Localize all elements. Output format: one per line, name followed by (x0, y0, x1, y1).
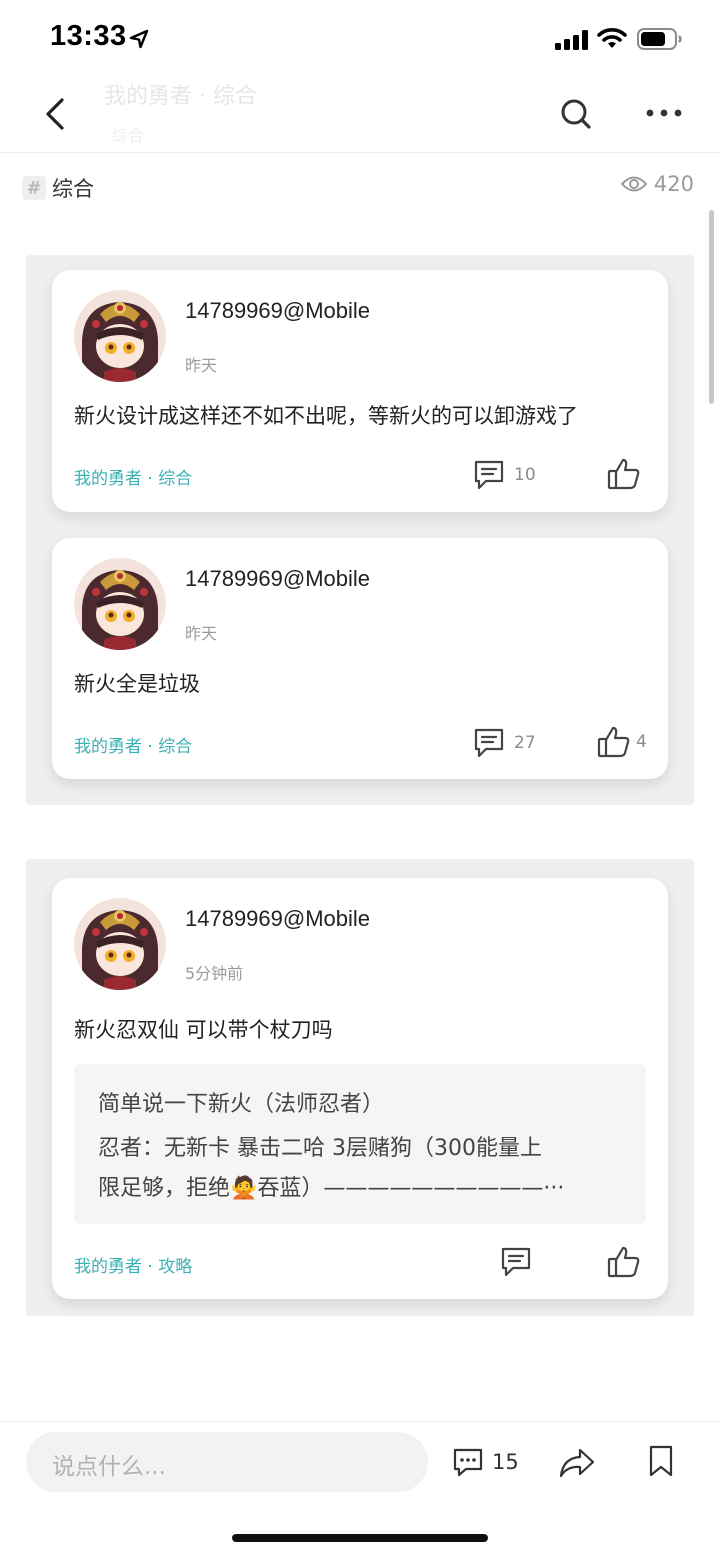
avatar[interactable] (74, 290, 166, 382)
comment-icon (474, 728, 504, 758)
comment-icon (501, 1247, 531, 1277)
bookmark-icon[interactable] (646, 1444, 676, 1478)
post-tag[interactable]: 我的勇者 · 综合 (74, 464, 192, 489)
post-tag[interactable]: 我的勇者 · 综合 (74, 732, 192, 757)
post-card[interactable]: 14789969@Mobile 昨天 新火设计成这样还不如不出呢，等新火的可以卸… (52, 270, 668, 512)
eye-icon (620, 176, 648, 192)
post-tag[interactable]: 我的勇者 · 攻略 (74, 1252, 192, 1277)
gesture-emoji-icon: 🙅 (230, 1176, 258, 1201)
faded-header-title: 我的勇者 · 综合 (104, 84, 257, 109)
faded-header-subtitle: 综合 (112, 126, 145, 145)
home-indicator[interactable] (232, 1534, 488, 1542)
quoted-post[interactable]: 简单说一下新火（法师忍者） 忍者：无新卡 暴击二哈 3层赌狗（300能量上 限足… (74, 1064, 646, 1224)
post-group: 14789969@Mobile 5分钟前 新火忍双仙 可以带个杖刀吗 简单说一下… (26, 859, 694, 1316)
scrollbar[interactable] (709, 210, 714, 404)
bottom-bar: 说点什么... 15 (0, 1421, 720, 1559)
status-time: 13:33 (50, 20, 127, 52)
post-card[interactable]: 14789969@Mobile 5分钟前 新火忍双仙 可以带个杖刀吗 简单说一下… (52, 878, 668, 1299)
post-time: 昨天 (185, 624, 218, 643)
like-button[interactable]: 4 (596, 724, 647, 760)
topic-tag[interactable]: # 综合 (22, 172, 94, 204)
post-text[interactable]: 新火设计成这样还不如不出呢，等新火的可以卸游戏了 (74, 400, 578, 430)
like-button[interactable] (606, 1244, 642, 1280)
view-count-value: 420 (653, 172, 694, 196)
post-time: 5分钟前 (185, 964, 244, 983)
hash-icon: # (22, 176, 46, 200)
username[interactable]: 14789969@Mobile (185, 566, 370, 592)
wifi-icon (597, 28, 627, 48)
view-count: 420 (620, 172, 694, 196)
comment-input[interactable]: 说点什么... (26, 1432, 428, 1492)
back-icon[interactable] (36, 94, 76, 134)
comment-button[interactable] (499, 1245, 533, 1279)
topic-label: 综合 (52, 177, 94, 201)
avatar[interactable] (74, 558, 166, 650)
comment-button[interactable]: 27 (472, 726, 536, 760)
like-icon (607, 458, 640, 490)
nav-bar: 我的勇者 · 综合 综合 (0, 78, 720, 153)
post-text[interactable]: 新火全是垃圾 (74, 668, 200, 698)
like-icon (607, 1246, 640, 1278)
quote-line: 限足够，拒绝🙅吞蓝）——————————··· (98, 1170, 564, 1202)
quote-text: 吞蓝）——————————··· (257, 1176, 565, 1201)
share-icon[interactable] (558, 1446, 596, 1480)
comment-button[interactable]: 10 (472, 458, 536, 492)
status-bar: 13:33 (0, 0, 720, 78)
username[interactable]: 14789969@Mobile (185, 298, 370, 324)
comments-button[interactable]: 15 (452, 1446, 519, 1478)
post-time: 昨天 (185, 356, 218, 375)
quote-text: 限足够，拒绝 (98, 1176, 231, 1201)
username[interactable]: 14789969@Mobile (185, 906, 370, 932)
avatar[interactable] (74, 898, 166, 990)
quote-line: 忍者：无新卡 暴击二哈 3层赌狗（300能量上 (98, 1136, 542, 1161)
quote-line: 简单说一下新火（法师忍者） (98, 1092, 385, 1117)
like-count: 4 (636, 732, 647, 752)
search-icon[interactable] (556, 94, 596, 134)
comment-icon (474, 460, 504, 490)
more-icon[interactable] (644, 98, 684, 128)
like-icon (597, 726, 630, 758)
comment-total: 15 (492, 1450, 519, 1474)
comment-icon (453, 1448, 483, 1477)
post-text[interactable]: 新火忍双仙 可以带个杖刀吗 (74, 1014, 333, 1044)
signal-icon (555, 30, 588, 50)
like-button[interactable] (606, 456, 642, 492)
post-card[interactable]: 14789969@Mobile 昨天 新火全是垃圾 我的勇者 · 综合 27 4 (52, 538, 668, 779)
post-group: 14789969@Mobile 昨天 新火设计成这样还不如不出呢，等新火的可以卸… (26, 255, 694, 805)
comment-count: 10 (514, 465, 536, 485)
battery-icon (637, 28, 682, 50)
comment-count: 27 (514, 733, 536, 753)
location-arrow-icon (129, 29, 149, 49)
comment-input-placeholder: 说点什么... (52, 1454, 166, 1480)
